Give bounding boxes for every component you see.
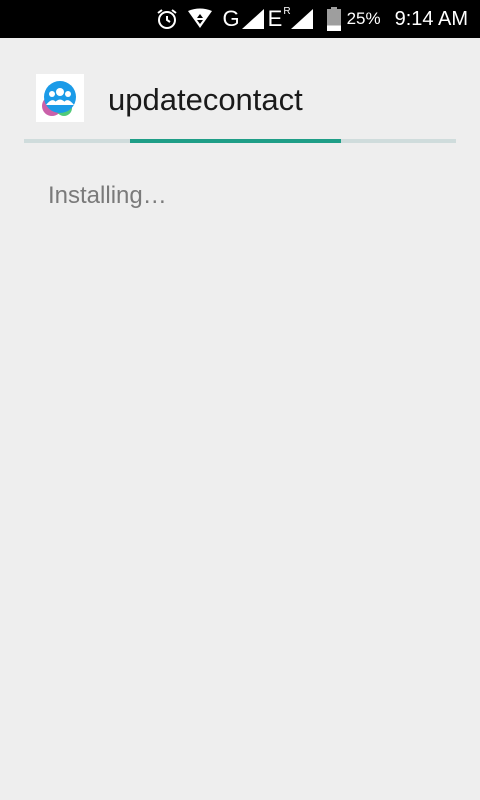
network-type-label: G xyxy=(222,6,240,31)
clock: 9:14 AM xyxy=(394,7,468,30)
roaming-indicator: R xyxy=(283,5,291,17)
installer-header: updatecontact xyxy=(0,38,480,138)
battery-percent: 25% xyxy=(346,9,381,28)
app-icon xyxy=(36,74,84,122)
signal-icon xyxy=(241,9,264,29)
install-status-text: Installing… xyxy=(48,182,167,209)
signal-roaming-icon xyxy=(290,9,313,29)
data-transfer-icon xyxy=(187,8,213,30)
alarm-icon xyxy=(155,7,179,31)
contacts-group-icon xyxy=(42,81,76,116)
battery-icon xyxy=(326,7,341,31)
install-progress-bar xyxy=(24,139,456,143)
status-bar: G E R 25% 9:14 AM xyxy=(0,0,480,38)
install-progress-indicator xyxy=(130,139,341,143)
network-type-label-2: E xyxy=(267,6,283,31)
app-name: updatecontact xyxy=(108,82,303,117)
